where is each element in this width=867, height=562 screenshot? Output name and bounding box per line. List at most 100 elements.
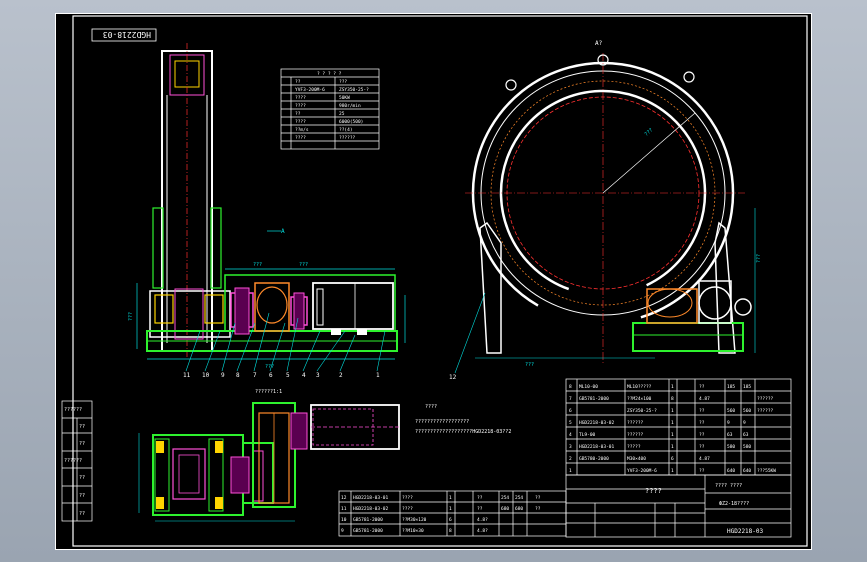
parts-cell: ZSY350-25-? [627,408,657,414]
dimension-label: ??? [756,254,762,263]
model-spec: ФZ2-18???? [719,501,749,507]
tech-cell: 980r/min [339,103,361,109]
parts-cell: 7 [569,396,572,402]
parts-cell: 8 [449,528,452,534]
tech-cell: ??m/s [295,127,309,133]
parts-cell: GB5781-2000 [353,517,383,523]
parts-cell: GB5781-2000 [579,396,609,402]
parts-cell: HGD2218-03-01 [579,444,615,450]
parts-cell: 1 [671,384,674,390]
parts-cell: 1 [671,420,674,426]
parts-cell: ?? [699,420,705,426]
parts-cell: 185 [727,384,735,390]
tech-cell: 6000(500) [339,119,363,125]
parts-cell: 5 [569,420,572,426]
parts-cell: ?? [699,444,705,450]
margin-label: ?? [79,493,85,499]
view-marker-a: A [281,228,285,235]
parts-cell: HGD2218-03-02 [579,420,615,426]
dimension-label: ??? [299,262,308,268]
tech-cell: ???? [295,103,306,109]
parts-cell: TL9-00 [579,432,596,438]
parts-cell: ?? [699,432,705,438]
parts-cell: 63 [727,432,733,438]
margin-label: ?? [79,511,85,517]
callout-number: 6 [269,372,273,379]
callout-number: 4 [302,372,306,379]
parts-cell: 1 [569,468,572,474]
left-margin-labels: ?????? ?? ?? ?????? ?? ?? ?? [64,407,85,517]
parts-cell: 1 [671,408,674,414]
parts-cell: 640 [727,468,735,474]
parts-cell: GB5780-2000 [579,456,609,462]
parts-cell: 4.8? [477,517,488,523]
dimension-label: ??? [644,127,655,137]
margin-label: ?????? [64,407,82,413]
parts-cell: HGD2218-03-02 [353,506,389,512]
parts-cell: ?????? [627,432,644,438]
parts-cell: ?????? [757,408,774,414]
margin-label: ?? [79,441,85,447]
parts-cell: ?? [535,495,541,501]
parts-cell: 185 [743,384,751,390]
tech-cell: ?? [295,79,301,85]
parts-cell: 2 [569,456,572,462]
plan-callouts: 11 [183,368,191,375]
callout-number: 10 [202,372,210,379]
callout-number: 9 [221,372,225,379]
parts-cell: GB5781-2000 [353,528,383,534]
parts-cell: 3 [569,444,572,450]
tech-cell: ZSY350-25-? [339,87,369,93]
parts-cell: 8 [569,384,572,390]
callout-number: 1 [376,372,380,379]
note: ??????1:1 [255,389,282,395]
parts-cell: ??M10×30 [402,528,424,534]
title-stamp-bottom: HGD2218-03 [727,528,764,535]
callout-number: 7 [253,372,257,379]
tech-cell: ?? [295,111,301,117]
parts-cell: M30×400 [627,456,646,462]
callout-number: 12 [449,374,457,381]
drawing-canvas[interactable]: ?????? ?? ?? ?????? ?? ?? ?? HGD2218-03 [55,13,812,550]
note: ???? [425,404,437,410]
parts-cell: ??M24×100 [627,396,652,402]
tech-cell: YVF3-200M-6 [295,87,325,93]
parts-cell: ????? [627,444,641,450]
parts-cell: 4.87 [699,396,710,402]
parts-cell: ?? [477,495,483,501]
section-marker: A? [595,40,603,47]
parts-cell: 63 [743,432,749,438]
parts-cell: 6 [671,456,674,462]
parts-cell: 640 [743,468,751,474]
parts-cell: ???55KW [757,468,776,474]
tech-cell: ???? [295,95,306,101]
parts-cell: ML10????? [627,384,652,390]
callout-number: 8 [236,372,240,379]
parts-cell: 6 [569,408,572,414]
dimension-label: ??? [525,362,534,368]
parts-cell: ???? [402,495,413,501]
parts-cell: ???? [402,506,413,512]
parts-cell: 11 [341,506,347,512]
margin-label: ?? [79,424,85,430]
dimension-label: ??? [253,262,262,268]
parts-cell: 9 [743,420,746,426]
parts-cell: 1 [449,506,452,512]
cad-drawing: ?????? ?? ?? ?????? ?? ?? ?? HGD2218-03 [55,13,812,550]
parts-cell: ML10-00 [579,384,598,390]
tech-cell: 25 [339,111,345,117]
parts-cell: 6 [449,517,452,523]
parts-cell: 580 [743,444,751,450]
parts-list-right-text: 8 ML10-00 ML10????? 1?? 185 185 7 GB5781-2000??… [569,384,776,474]
parts-cell: ?? [535,506,541,512]
tech-cell: 50KW [339,95,350,101]
tech-cell: ?????? [339,135,356,141]
parts-cell: 1 [671,468,674,474]
parts-cell: 680 [515,506,523,512]
parts-cell: 9 [727,420,730,426]
parts-cell: 254 [515,495,523,501]
note: ?????????????????? [415,419,469,425]
parts-cell: ?? [699,408,705,414]
wheel-callout-leader [454,292,486,374]
tech-cell: ???? [295,119,306,125]
